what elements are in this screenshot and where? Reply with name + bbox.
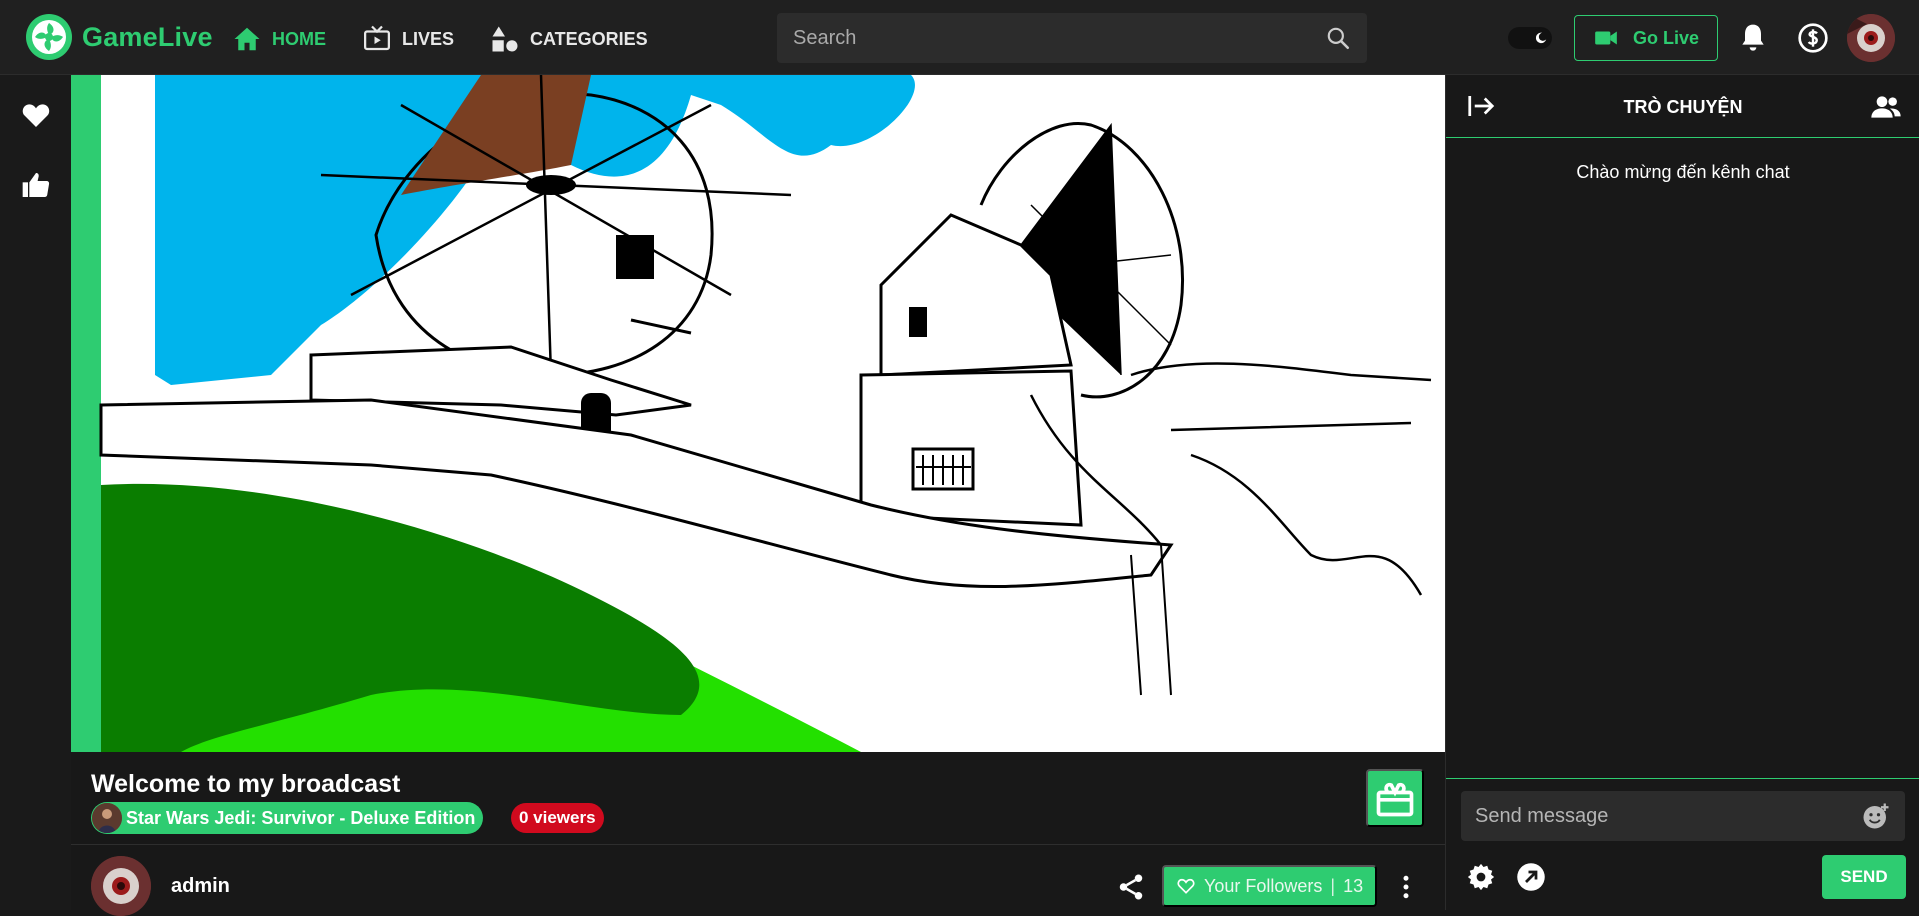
users-icon[interactable] [1870, 91, 1902, 123]
send-button[interactable]: SEND [1822, 855, 1906, 899]
thumbs-up-icon[interactable] [20, 169, 52, 201]
search-icon[interactable] [1325, 25, 1351, 51]
home-icon [234, 27, 260, 51]
stream-title: Welcome to my broadcast [91, 770, 401, 798]
left-rail [0, 75, 71, 910]
share-icon[interactable] [1116, 872, 1146, 902]
logo-icon [26, 14, 72, 60]
game-thumbnail-image [92, 803, 122, 833]
chat-panel: TRÒ CHUYỆN Chào mừng đến kênh chat SEND [1445, 75, 1919, 910]
emoji-icon[interactable] [1861, 801, 1891, 831]
chat-footer-divider [1446, 778, 1919, 779]
followers-separator: | [1330, 875, 1336, 896]
popout-icon[interactable] [1516, 862, 1546, 892]
moon-icon [1535, 32, 1547, 44]
dollar-icon[interactable] [1797, 22, 1829, 54]
game-thumbnail [92, 803, 122, 833]
followers-button[interactable]: Your Followers | 13 [1162, 865, 1378, 907]
avatar-image [1847, 14, 1895, 62]
toggle-knob [1531, 28, 1551, 48]
message-box [1461, 791, 1905, 841]
streamer-avatar[interactable] [91, 856, 151, 916]
search-bar [777, 13, 1367, 63]
followers-count: 13 [1343, 875, 1364, 896]
chat-title: TRÒ CHUYỆN [1623, 97, 1743, 117]
followers-label: Your Followers [1204, 875, 1323, 896]
streamer-avatar-image [91, 856, 151, 916]
gift-button[interactable] [1366, 769, 1424, 827]
nav-categories[interactable]: CATEGORIES [490, 24, 648, 54]
message-input[interactable] [1475, 804, 1861, 828]
main-nav: HOME LIVES CATEGORIES [232, 24, 648, 54]
stream-frame-drawing [99, 75, 1432, 752]
shapes-icon [492, 26, 518, 52]
go-live-button[interactable]: Go Live [1574, 15, 1718, 61]
video-player[interactable] [71, 75, 1445, 752]
nav-lives-label: LIVES [402, 28, 455, 49]
app-logo[interactable]: GameLive [25, 13, 213, 61]
heart-icon[interactable] [20, 99, 52, 131]
more-options-icon[interactable] [1391, 872, 1421, 902]
info-divider [71, 844, 1445, 845]
heart-outline-icon [1177, 878, 1195, 894]
gift-icon [1376, 782, 1414, 817]
nav-home[interactable]: HOME [232, 24, 326, 54]
app-name: GameLive [82, 21, 213, 52]
stream-info-panel: Welcome to my broadcast Star Wars Jedi: … [71, 752, 1445, 916]
viewer-count-badge: 0 viewers [511, 803, 604, 833]
bell-icon[interactable] [1737, 22, 1769, 54]
chat-welcome-message: Chào mừng đến kênh chat [1576, 162, 1790, 182]
tv-icon [364, 25, 390, 51]
user-avatar[interactable] [1847, 14, 1895, 62]
game-name: Star Wars Jedi: Survivor - Deluxe Editio… [126, 807, 476, 828]
nav-home-label: HOME [272, 28, 326, 49]
gear-icon[interactable] [1466, 862, 1496, 892]
top-header: GameLive HOME LIVES CATEGORIES Go Live [0, 0, 1919, 75]
theme-toggle[interactable] [1508, 27, 1552, 49]
game-category-badge[interactable]: Star Wars Jedi: Survivor - Deluxe Editio… [91, 802, 484, 834]
chat-header: TRÒ CHUYỆN [1446, 75, 1919, 138]
search-input[interactable] [793, 26, 1325, 50]
nav-lives[interactable]: LIVES [362, 24, 454, 54]
streamer-name[interactable]: admin [171, 875, 230, 898]
nav-categories-label: CATEGORIES [530, 28, 648, 49]
video-camera-icon [1595, 31, 1617, 45]
go-live-label: Go Live [1632, 27, 1699, 48]
